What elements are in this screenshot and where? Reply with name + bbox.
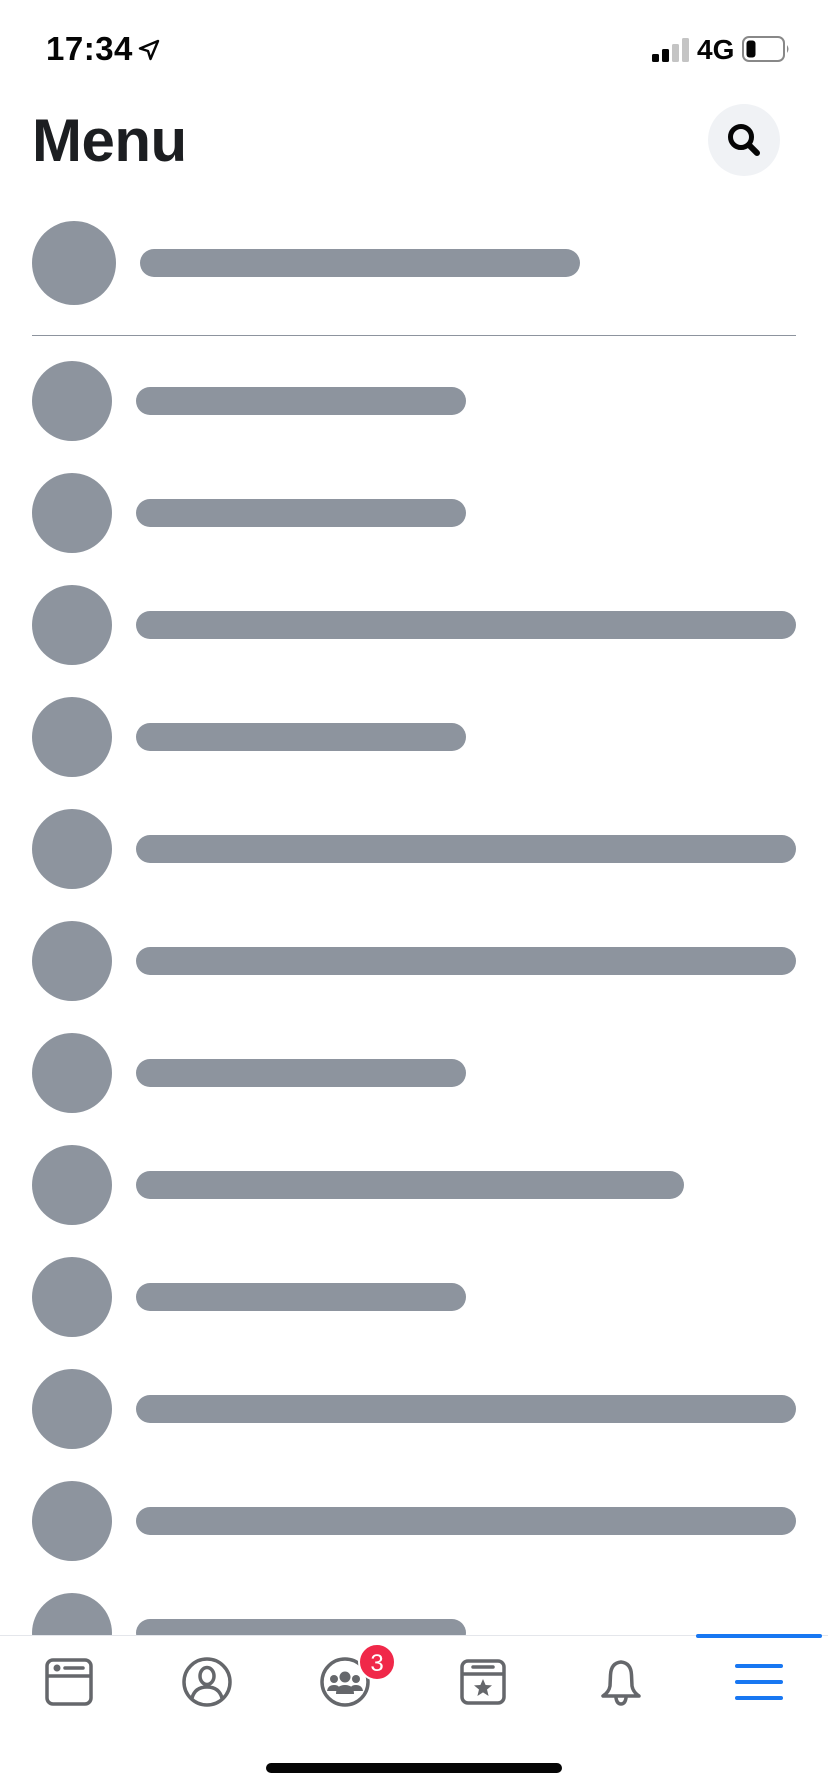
signal-icon [652, 38, 689, 62]
news-feed-icon [45, 1658, 93, 1706]
item-label-placeholder [136, 1059, 466, 1087]
menu-item-6[interactable] [32, 921, 796, 1033]
search-icon [728, 124, 760, 156]
pages-icon [460, 1659, 506, 1705]
item-icon-placeholder [32, 1033, 112, 1113]
bell-icon [601, 1660, 641, 1706]
search-button[interactable] [708, 104, 780, 176]
tab-profile[interactable] [147, 1650, 267, 1714]
profile-shortcut[interactable] [32, 221, 796, 305]
menu-item-11[interactable] [32, 1481, 796, 1593]
menu-item-5[interactable] [32, 809, 796, 921]
menu-item-1[interactable] [32, 361, 796, 473]
item-icon-placeholder [32, 585, 112, 665]
page-title: Menu [32, 107, 187, 174]
menu-item-4[interactable] [32, 697, 796, 809]
menu-item-2[interactable] [32, 473, 796, 585]
item-icon-placeholder [32, 1145, 112, 1225]
item-icon-placeholder [32, 473, 112, 553]
menu-item-8[interactable] [32, 1145, 796, 1257]
menu-item-10[interactable] [32, 1369, 796, 1481]
item-icon-placeholder [32, 1481, 112, 1561]
menu-item-9[interactable] [32, 1257, 796, 1369]
item-label-placeholder [136, 835, 796, 863]
tab-menu[interactable] [699, 1650, 819, 1714]
battery-icon [742, 36, 789, 62]
item-icon-placeholder [32, 1257, 112, 1337]
menu-item-3[interactable] [32, 585, 796, 697]
profile-avatar-placeholder [32, 221, 116, 305]
item-icon-placeholder [32, 697, 112, 777]
item-label-placeholder [136, 1395, 796, 1423]
item-label-placeholder [136, 723, 466, 751]
item-label-placeholder [136, 1283, 466, 1311]
item-label-placeholder [136, 499, 466, 527]
menu-screen: 17:34 4G Menu 3 [0, 0, 828, 1792]
item-label-placeholder [136, 611, 796, 639]
status-time: 17:34 [46, 30, 133, 67]
item-icon-placeholder [32, 809, 112, 889]
active-tab-indicator [696, 1634, 822, 1638]
tab-notifications[interactable] [561, 1650, 681, 1714]
hamburger-menu-icon [735, 1664, 783, 1700]
menu-item-7[interactable] [32, 1033, 796, 1145]
network-type: 4G [697, 34, 735, 65]
item-icon-placeholder [32, 921, 112, 1001]
status-bar: 17:34 4G [0, 0, 828, 100]
tab-news-feed[interactable] [9, 1650, 129, 1714]
menu-list [32, 361, 796, 1705]
location-arrow-icon [138, 39, 160, 61]
groups-notification-badge: 3 [358, 1643, 396, 1681]
item-icon-placeholder [32, 361, 112, 441]
item-label-placeholder [136, 1507, 796, 1535]
item-label-placeholder [136, 1171, 684, 1199]
profile-icon [182, 1657, 232, 1707]
item-label-placeholder [136, 387, 466, 415]
item-icon-placeholder [32, 1369, 112, 1449]
item-label-placeholder [136, 947, 796, 975]
profile-name-placeholder [140, 249, 580, 277]
section-divider [32, 335, 796, 336]
tab-pages[interactable] [423, 1650, 543, 1714]
home-indicator[interactable] [266, 1763, 562, 1773]
